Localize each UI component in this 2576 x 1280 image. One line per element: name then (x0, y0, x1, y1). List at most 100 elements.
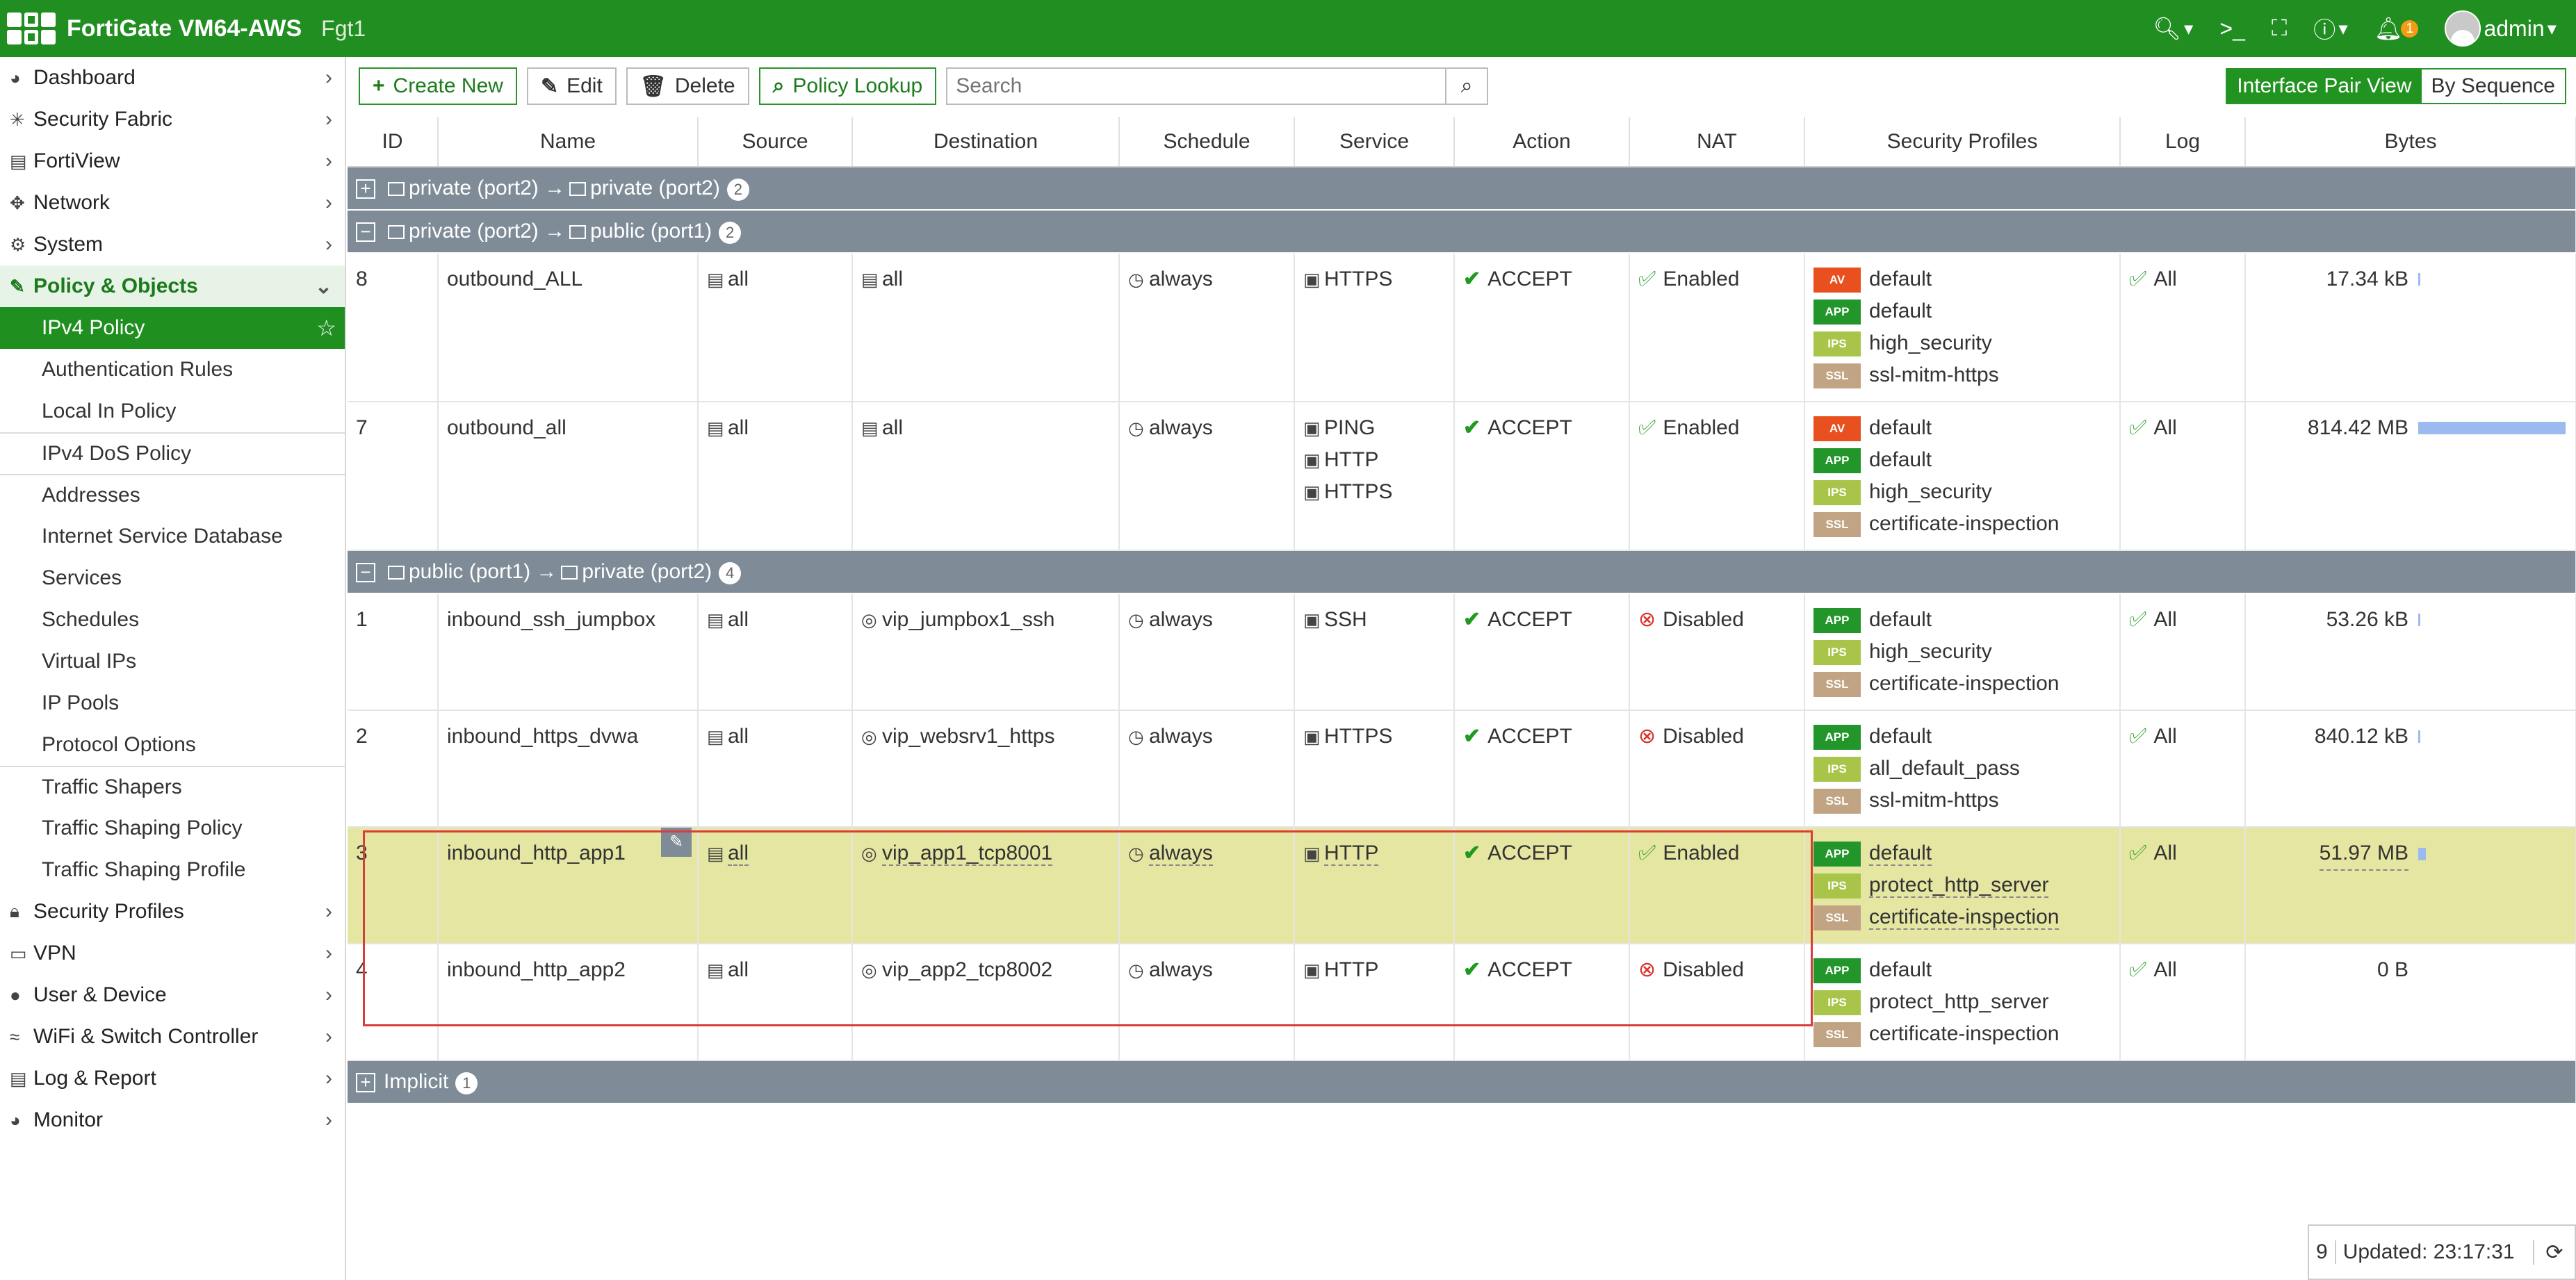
sidebar-sub-schedules[interactable]: Schedules (0, 599, 345, 641)
service-value[interactable]: SSH (1324, 608, 1367, 631)
service-value[interactable]: HTTP (1324, 842, 1379, 866)
bell-icon[interactable]: 🔔︎ 1 (2374, 15, 2419, 42)
schedule-value[interactable]: always (1149, 416, 1213, 439)
star-icon[interactable]: ☆ (316, 315, 336, 341)
schedule-value[interactable]: always (1149, 958, 1213, 981)
destination-value[interactable]: vip_app1_tcp8001 (882, 842, 1053, 866)
sidebar-sub-protocol-options[interactable]: Protocol Options (0, 724, 345, 766)
profile-name[interactable]: ssl-mitm-https (1869, 789, 1999, 812)
sidebar-sub-local-in-policy[interactable]: Local In Policy (0, 391, 345, 432)
profile-name[interactable]: default (1869, 958, 1932, 981)
profile-name[interactable]: default (1869, 448, 1932, 471)
expand-icon[interactable]: + (356, 1073, 375, 1093)
destination-value[interactable]: all (882, 416, 903, 439)
service-value[interactable]: HTTP (1324, 958, 1378, 981)
sidebar-item-security-fabric[interactable]: ✳ Security Fabric › (0, 99, 345, 140)
sidebar-item-monitor[interactable]: ◕ Monitor › (0, 1099, 345, 1141)
sidebar-item-network[interactable]: ✥ Network › (0, 182, 345, 224)
profile-name[interactable]: high_security (1869, 331, 1992, 354)
sidebar-sub-services[interactable]: Services (0, 557, 345, 599)
column-header[interactable]: Service (1294, 117, 1455, 167)
sidebar-sub-ip-pools[interactable]: IP Pools (0, 682, 345, 724)
sidebar-sub-ipv4-dos-policy[interactable]: IPv4 DoS Policy (0, 432, 345, 474)
create-new-button[interactable]: + Create New (359, 67, 517, 105)
column-header[interactable]: Source (698, 117, 853, 167)
column-header[interactable]: NAT (1629, 117, 1805, 167)
profile-name[interactable]: certificate-inspection (1869, 1022, 2059, 1045)
cli-icon[interactable]: >_ (2219, 16, 2244, 42)
sidebar-sub-ipv4-policy[interactable]: IPv4 Policy ☆ (0, 307, 345, 349)
service-value[interactable]: HTTPS (1324, 268, 1392, 290)
source-value[interactable]: all (728, 958, 749, 981)
profile-name[interactable]: default (1869, 725, 1932, 748)
sidebar-item-log-report[interactable]: ▤ Log & Report › (0, 1058, 345, 1099)
column-header[interactable]: ID (348, 117, 439, 167)
fortinet-logo[interactable] (7, 13, 56, 44)
interface-pair-row[interactable]: + private (port2) → private (port2) 2 (348, 167, 2576, 211)
search-button[interactable]: ⌕ (1445, 69, 1487, 104)
source-value[interactable]: all (728, 725, 749, 748)
edit-row-icon[interactable]: ✎ (661, 828, 692, 857)
sidebar-item-user-device[interactable]: ● User & Device › (0, 974, 345, 1016)
edit-button[interactable]: ✎ Edit (526, 67, 617, 105)
fullscreen-icon[interactable]: ⛶ (2272, 15, 2287, 42)
profile-name[interactable]: default (1869, 300, 1932, 322)
sidebar-item-wifi-switch[interactable]: ≈ WiFi & Switch Controller › (0, 1016, 345, 1058)
column-header[interactable]: Log (2120, 117, 2246, 167)
search-input[interactable] (947, 69, 1446, 104)
profile-name[interactable]: default (1869, 842, 1932, 866)
user-menu[interactable]: admin ▾ (2445, 10, 2557, 47)
policy-row[interactable]: 1 inbound_ssh_jumpbox ▤ all ◎ vip_jumpbox1_ss… (348, 593, 2576, 711)
destination-value[interactable]: vip_app2_tcp8002 (882, 958, 1052, 981)
profile-name[interactable]: protect_http_server (1869, 873, 2049, 898)
profile-name[interactable]: protect_http_server (1869, 990, 2048, 1013)
profile-name[interactable]: certificate-inspection (1869, 512, 2059, 535)
profile-name[interactable]: certificate-inspection (1869, 905, 2060, 930)
interface-pair-row[interactable]: − public (port1) → private (port2) 4 (348, 550, 2576, 594)
destination-value[interactable]: vip_jumpbox1_ssh (882, 608, 1054, 631)
policy-row[interactable]: 8 outbound_ALL ▤ all ▤ all ◷ always ▣ HTTPS ✔ ACCEP… (348, 253, 2576, 402)
profile-name[interactable]: default (1869, 416, 1932, 439)
delete-button[interactable]: 🗑︎ Delete (626, 67, 749, 105)
schedule-value[interactable]: always (1149, 842, 1213, 866)
profile-name[interactable]: high_security (1869, 640, 1992, 663)
sidebar-sub-traffic-shaping-profile[interactable]: Traffic Shaping Profile (0, 849, 345, 891)
refresh-icon[interactable]: ⟳ (2533, 1240, 2575, 1265)
sidebar-item-vpn[interactable]: ▭ VPN › (0, 933, 345, 974)
destination-value[interactable]: all (882, 268, 903, 290)
by-sequence-button[interactable]: By Sequence (2421, 69, 2565, 103)
source-value[interactable]: all (728, 842, 749, 866)
column-header[interactable]: Schedule (1119, 117, 1295, 167)
sidebar-item-dashboard[interactable]: ◕ Dashboard › (0, 57, 345, 99)
policy-row[interactable]: 3 inbound_http_app1 ✎ ▤ all ◎ vip_app1_tcp8001… (348, 827, 2576, 944)
profile-name[interactable]: default (1869, 268, 1932, 290)
sidebar-sub-authentication-rules[interactable]: Authentication Rules (0, 349, 345, 391)
service-value[interactable]: HTTPS (1324, 725, 1392, 748)
help-icon[interactable]: ⓘ ▾ (2313, 13, 2347, 44)
policy-row[interactable]: 7 outbound_all ▤ all ▤ all ◷ always ▣ PING ▣ HTTP ▣ H… (348, 402, 2576, 551)
service-value[interactable]: HTTP (1324, 448, 1378, 471)
source-value[interactable]: all (728, 608, 749, 631)
collapse-icon[interactable]: − (356, 563, 375, 583)
interface-pair-row[interactable]: + Implicit 1 (348, 1060, 2576, 1104)
interface-pair-view-button[interactable]: Interface Pair View (2227, 69, 2422, 103)
destination-value[interactable]: vip_websrv1_https (882, 725, 1054, 748)
profile-name[interactable]: all_default_pass (1869, 757, 2020, 780)
service-value[interactable]: PING (1324, 416, 1375, 439)
expand-icon[interactable]: + (356, 179, 375, 199)
sidebar-sub-virtual-ips[interactable]: Virtual IPs (0, 641, 345, 682)
service-value[interactable]: HTTPS (1324, 480, 1392, 503)
column-header[interactable]: Bytes (2245, 117, 2576, 167)
sidebar-item-policy-objects[interactable]: ✎ Policy & Objects ⌄ (0, 265, 345, 307)
profile-name[interactable]: certificate-inspection (1869, 672, 2059, 695)
interface-pair-row[interactable]: − private (port2) → public (port1) 2 (348, 210, 2576, 254)
profile-name[interactable]: default (1869, 608, 1932, 631)
search-icon[interactable]: 🔍︎ ▾ (2153, 15, 2193, 42)
source-value[interactable]: all (728, 268, 749, 290)
sidebar-sub-traffic-shapers[interactable]: Traffic Shapers (0, 766, 345, 807)
profile-name[interactable]: ssl-mitm-https (1869, 363, 1999, 386)
policy-row[interactable]: 2 inbound_https_dvwa ▤ all ◎ vip_websrv1_http… (348, 710, 2576, 828)
column-header[interactable]: Name (438, 117, 699, 167)
schedule-value[interactable]: always (1149, 725, 1213, 748)
column-header[interactable]: Destination (852, 117, 1120, 167)
